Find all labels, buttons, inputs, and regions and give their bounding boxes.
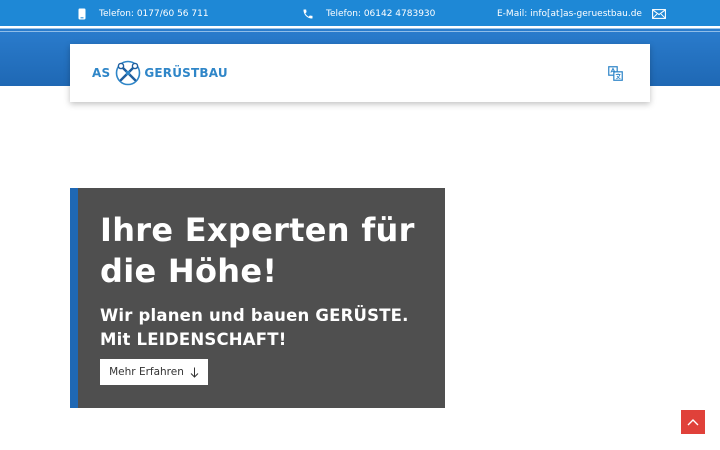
mehr-erfahren-label: Mehr Erfahren xyxy=(109,366,184,378)
site-logo[interactable]: AS GERÜSTBAU xyxy=(92,59,228,87)
mobile-number-text: Telefon: 0177/60 56 711 xyxy=(99,8,209,19)
hero-banner: Ihre Experten für die Höhe! Wir planen u… xyxy=(70,188,445,408)
band-line xyxy=(0,31,720,32)
mehr-erfahren-button[interactable]: Mehr Erfahren xyxy=(100,359,208,385)
hero-title: Ihre Experten für die Höhe! xyxy=(100,211,415,290)
site-header: AS GERÜSTBAU xyxy=(70,44,650,102)
top-contact-bar: Telefon: 0177/60 56 711 Telefon: 06142 4… xyxy=(0,0,720,28)
phone-number-text: Telefon: 06142 4783930 xyxy=(326,8,436,19)
mobile-phone-icon xyxy=(78,8,86,19)
logo-emblem-icon xyxy=(116,60,141,86)
mobile-contact[interactable]: Telefon: 0177/60 56 711 xyxy=(78,0,209,27)
scroll-to-top-button[interactable] xyxy=(681,410,705,434)
email-contact[interactable]: E-Mail: info[at]as-geruestbau.de xyxy=(497,0,666,27)
translate-icon[interactable] xyxy=(608,66,623,81)
chevron-up-icon xyxy=(687,419,699,426)
arrow-down-icon xyxy=(190,367,199,378)
phone-contact[interactable]: Telefon: 06142 4783930 xyxy=(302,0,435,27)
logo-as-text: AS xyxy=(92,66,111,80)
envelope-icon xyxy=(652,8,666,19)
hero-subtitle: Wir planen und bauen GERÜSTE. Mit LEIDEN… xyxy=(100,306,409,349)
logo-geruestbau-text: GERÜSTBAU xyxy=(144,66,228,80)
email-text: E-Mail: info[at]as-geruestbau.de xyxy=(497,8,642,19)
phone-icon xyxy=(303,9,313,18)
